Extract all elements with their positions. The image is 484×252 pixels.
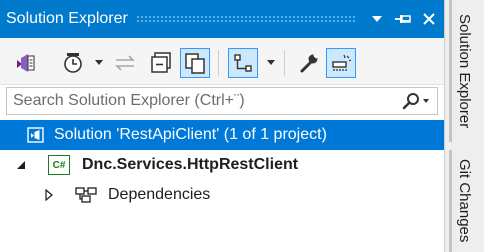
tab-git-changes[interactable]: Git Changes [445,150,484,252]
tree-item-solution[interactable]: Solution 'RestApiClient' (1 of 1 project… [0,120,444,150]
solution-icon [26,125,46,145]
visual-studio-icon [17,54,35,72]
pending-changes-dropdown-chevron-icon[interactable] [95,60,103,65]
tab-indicator [449,150,452,252]
tree-item-project[interactable]: C# Dnc.Services.HttpRestClient [0,150,444,180]
switch-views-button[interactable] [228,48,258,78]
title-bar[interactable]: Solution Explorer [0,0,444,38]
dependencies-label: Dependencies [108,186,211,203]
expanded-arrow-icon[interactable] [16,160,26,170]
search-box[interactable] [6,87,438,115]
collapsed-arrow-icon[interactable] [44,188,54,202]
window-options-dropdown[interactable] [366,8,388,30]
toolbar [0,38,444,85]
toolbar-separator [284,50,285,76]
project-label: Dnc.Services.HttpRestClient [82,156,299,173]
search-input[interactable] [7,91,397,111]
csharp-badge-text: C# [52,159,66,171]
drag-grip[interactable] [135,15,356,23]
show-all-files-button[interactable] [180,48,210,78]
collapse-all-icon [151,52,171,73]
preview-selected-items-button[interactable] [326,48,356,78]
csharp-project-icon: C# [48,155,70,175]
switch-views-dropdown-chevron-icon[interactable] [267,60,275,65]
search-icon [402,93,429,110]
close-button[interactable] [418,8,440,30]
toolbar-separator [218,50,219,76]
side-tab-strip: Solution Explorer Git Changes [445,0,484,252]
clock-icon [64,53,82,73]
pending-changes-filter-button[interactable] [58,48,88,78]
close-icon [423,13,435,25]
properties-button[interactable] [294,48,324,78]
tab-solution-explorer[interactable]: Solution Explorer [445,0,484,142]
pin-icon [395,15,411,23]
window-title: Solution Explorer [6,10,128,27]
preview-icon [332,54,352,71]
dependencies-icon [75,186,99,204]
collapse-all-button[interactable] [146,48,176,78]
tab-indicator [449,0,452,142]
switch-views-icon [234,54,252,72]
chevron-down-icon [372,16,382,22]
solution-explorer-window: Solution Explorer Search Solution Explor… [0,0,445,252]
wrench-icon [300,54,318,73]
sync-arrows-icon [115,55,135,71]
auto-hide-pin-button[interactable] [392,8,414,30]
tab-solution-explorer-label: Solution Explorer [456,13,473,129]
search-options-button[interactable] [397,92,437,110]
show-all-files-icon [185,53,205,74]
tree-item-dependencies[interactable]: Dependencies [0,180,444,210]
solution-label: Solution 'RestApiClient' (1 of 1 project… [54,126,327,143]
vs-home-button[interactable] [10,48,40,78]
sync-with-document-button[interactable] [110,48,140,78]
tab-git-changes-label: Git Changes [456,159,473,243]
